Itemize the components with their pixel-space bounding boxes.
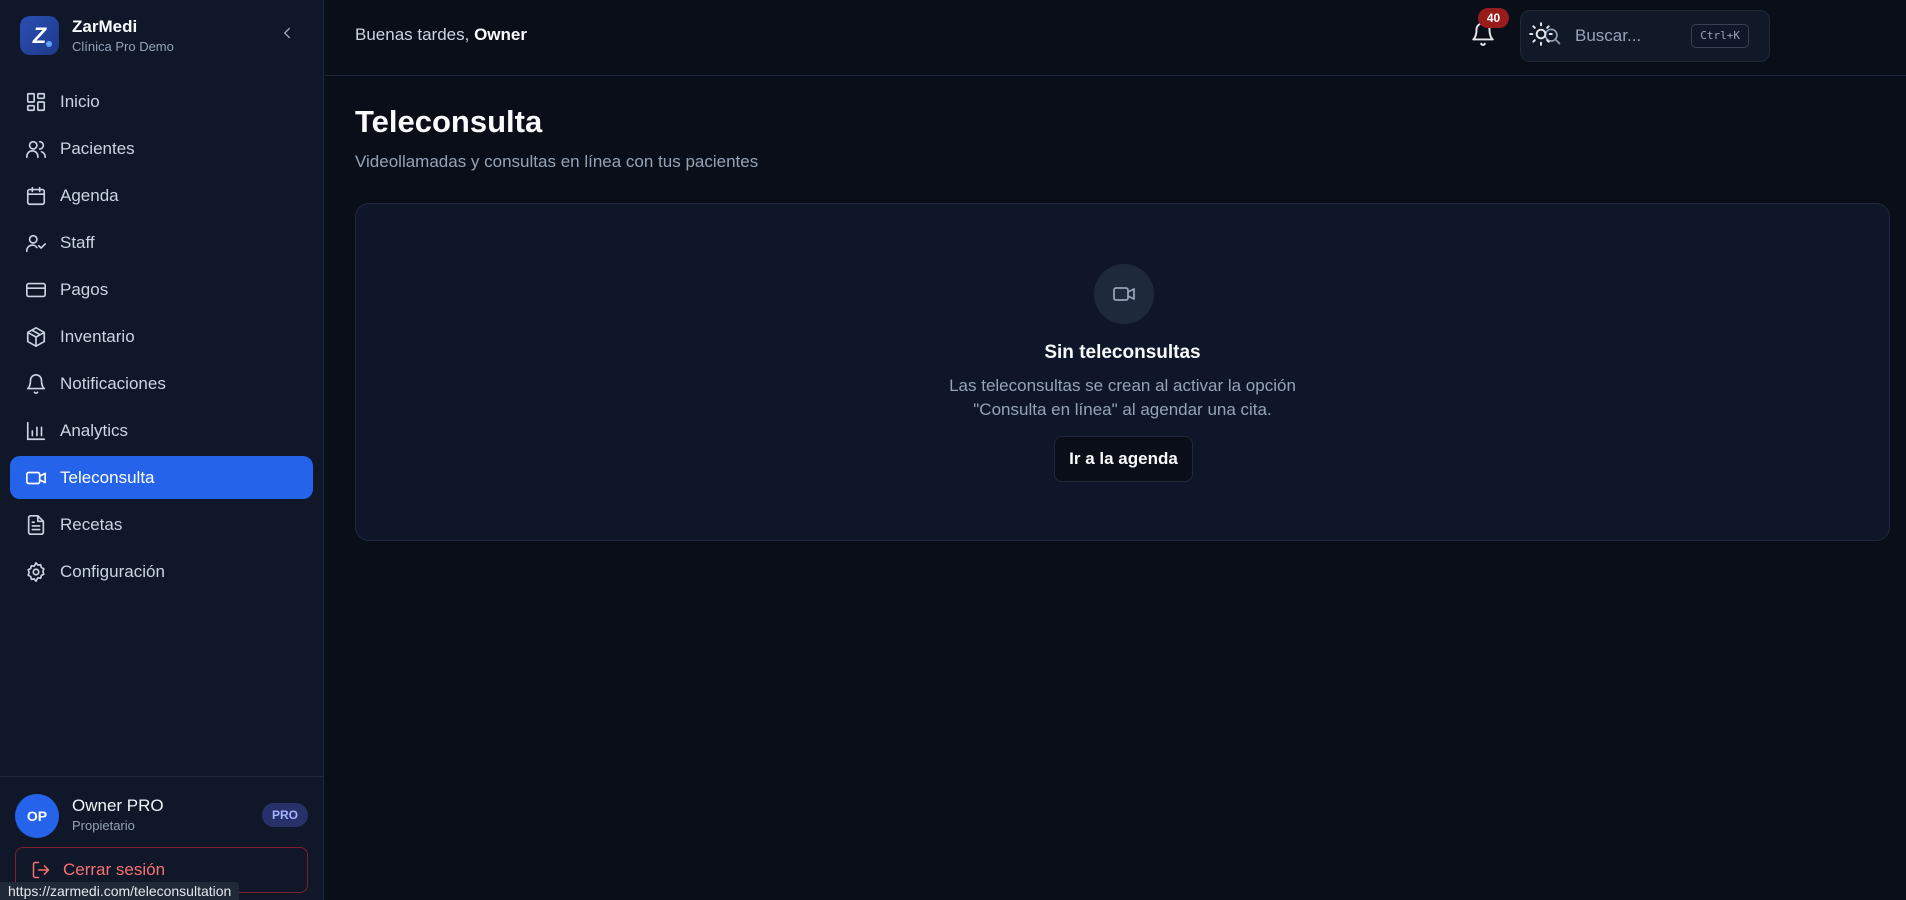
- user-name: Owner PRO: [72, 796, 164, 815]
- search-input[interactable]: Buscar... Ctrl+K: [1520, 10, 1770, 62]
- sidebar-item-pagos[interactable]: Pagos: [10, 268, 313, 311]
- page-title: Teleconsulta: [355, 104, 543, 139]
- user-check-icon: [26, 234, 46, 252]
- sidebar-item-staff[interactable]: Staff: [10, 221, 313, 264]
- greeting: Buenas tardes, Owner: [355, 25, 527, 44]
- sidebar-item-label: Notificaciones: [60, 373, 166, 393]
- calendar-icon: [26, 186, 46, 205]
- bar-chart-icon: [26, 421, 46, 440]
- users-icon: [26, 140, 46, 158]
- sidebar-item-label: Pagos: [60, 279, 109, 299]
- brand[interactable]: Z ZarMedi Clínica Pro Demo: [20, 16, 174, 55]
- bell-icon: [26, 373, 46, 394]
- logout-label: Cerrar sesión: [63, 860, 166, 879]
- sidebar-item-label: Agenda: [60, 185, 119, 205]
- brand-subtitle: Clínica Pro Demo: [72, 39, 174, 54]
- sidebar-item-label: Pacientes: [60, 138, 135, 158]
- sidebar-item-inicio[interactable]: Inicio: [10, 80, 313, 123]
- sidebar-item-label: Configuración: [60, 561, 165, 581]
- user-role: Propietario: [72, 818, 135, 833]
- go-to-agenda-button[interactable]: Ir a la agenda: [1054, 436, 1193, 482]
- empty-state-line-2: "Consulta en línea" al agendar una cita.: [973, 400, 1272, 419]
- sidebar-item-teleconsulta[interactable]: Teleconsulta: [10, 456, 313, 499]
- sidebar-item-analytics[interactable]: Analytics: [10, 409, 313, 452]
- avatar[interactable]: OP: [15, 794, 59, 838]
- sidebar-item-label: Inicio: [60, 91, 100, 111]
- sidebar-item-agenda[interactable]: Agenda: [10, 174, 313, 217]
- brand-logo: Z: [20, 16, 59, 55]
- empty-state-description: Las teleconsultas se crean al activar la…: [356, 374, 1889, 422]
- sidebar-item-pacientes[interactable]: Pacientes: [10, 127, 313, 170]
- empty-state-title: Sin teleconsultas: [1044, 342, 1201, 363]
- sidebar-item-recetas[interactable]: Recetas: [10, 503, 313, 546]
- dashboard-icon: [26, 92, 46, 111]
- search-placeholder: Buscar...: [1575, 26, 1642, 45]
- sidebar-item-label: Staff: [60, 232, 95, 252]
- credit-card-icon: [26, 282, 46, 297]
- collapse-sidebar-chevron-left-icon[interactable]: [278, 24, 296, 42]
- sidebar-item-configuracion[interactable]: Configuración: [10, 550, 313, 593]
- page-subtitle: Videollamadas y consultas en línea con t…: [355, 152, 759, 171]
- plan-badge: PRO: [262, 803, 308, 827]
- sidebar: Z ZarMedi Clínica Pro Demo Inicio Pacien…: [0, 0, 324, 900]
- sidebar-nav: Inicio Pacientes Agenda Staff Pagos Inve…: [10, 80, 313, 597]
- logout-icon: [32, 861, 50, 879]
- search-shortcut: Ctrl+K: [1691, 24, 1749, 48]
- video-icon: [1094, 264, 1154, 324]
- empty-state-line-1: Las teleconsultas se crean al activar la…: [949, 376, 1296, 395]
- brand-name: ZarMedi: [72, 17, 138, 36]
- theme-toggle-sun-icon[interactable]: [1528, 21, 1556, 49]
- video-icon: [26, 471, 46, 484]
- sidebar-item-label: Inventario: [60, 326, 135, 346]
- sidebar-item-inventario[interactable]: Inventario: [10, 315, 313, 358]
- sidebar-item-notificaciones[interactable]: Notificaciones: [10, 362, 313, 405]
- package-icon: [26, 326, 46, 347]
- sidebar-item-label: Analytics: [60, 420, 129, 440]
- empty-state-card: Sin teleconsultas Las teleconsultas se c…: [355, 203, 1890, 541]
- sidebar-item-label: Teleconsulta: [60, 467, 155, 487]
- sidebar-item-label: Recetas: [60, 514, 123, 534]
- settings-icon: [27, 561, 45, 582]
- notification-count-badge: 40: [1478, 8, 1509, 28]
- greeting-user: Owner: [474, 25, 527, 44]
- top-header: Buenas tardes, Owner Buscar... Ctrl+K: [325, 0, 1906, 76]
- status-bar-url: https://zarmedi.com/teleconsultation: [0, 882, 240, 900]
- file-text-icon: [27, 514, 45, 535]
